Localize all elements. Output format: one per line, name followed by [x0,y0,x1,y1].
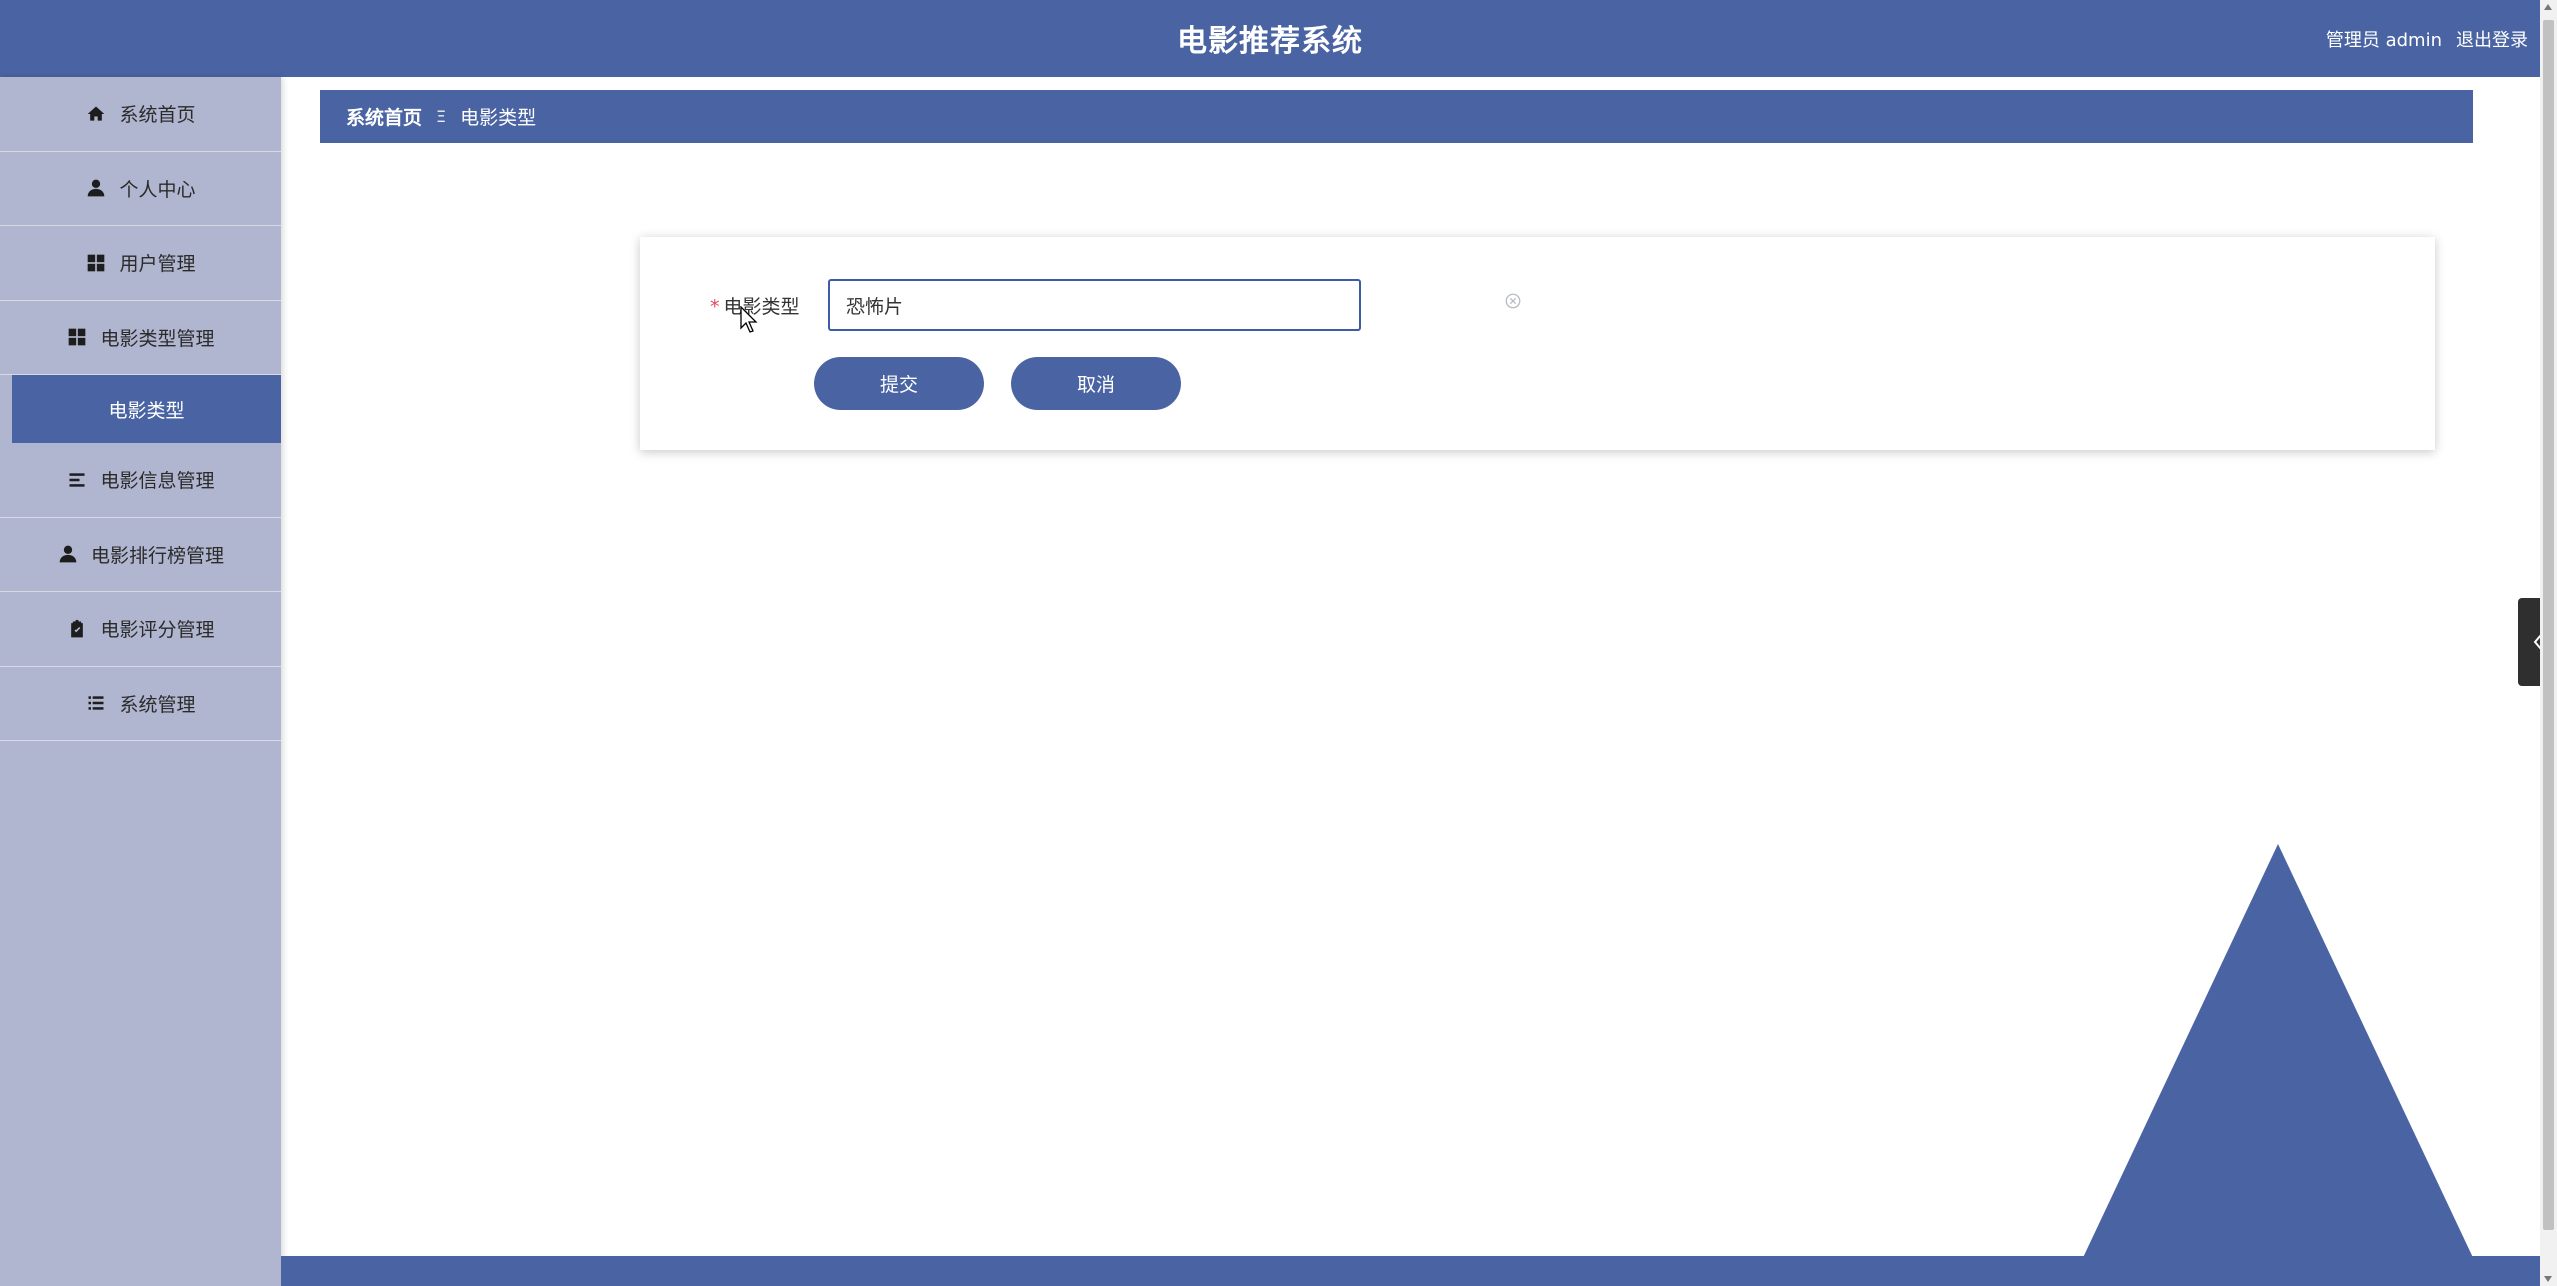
user-label: 管理员 admin [2325,30,2442,51]
scroll-up-icon[interactable] [2544,4,2552,10]
sidebar-item-label: 电影排行榜管理 [90,544,224,567]
sidebar-item-system-mgmt[interactable]: 系统管理 [0,667,281,741]
home-icon [85,103,107,125]
user-icon [57,543,79,565]
decorative-triangle [2080,844,2476,1264]
clipboard-icon [66,618,88,640]
sidebar-item-home[interactable]: 系统首页 [0,77,281,152]
top-header: 电影推荐系统 管理员 admin 退出登录 [0,0,2540,77]
sidebar-item-users[interactable]: 用户管理 [0,226,281,301]
user-icon [85,177,107,199]
user-area: 管理员 admin 退出登录 [2326,26,2528,52]
sidebar-item-rating-mgmt[interactable]: 电影评分管理 [0,592,281,667]
mouse-cursor-icon [740,306,758,333]
breadcrumb-separator: Ξ [436,107,447,126]
sidebar-item-ranking-mgmt[interactable]: 电影排行榜管理 [0,518,281,592]
sidebar-item-profile[interactable]: 个人中心 [0,152,281,226]
scrollbar-thumb[interactable] [2543,20,2554,1230]
sidebar-item-label: 电影评分管理 [100,619,215,642]
movie-type-label-text: 电影类型 [723,295,800,318]
sidebar-item-label: 电影类型管理 [100,327,215,350]
breadcrumb-home[interactable]: 系统首页 [346,103,422,130]
breadcrumb: 系统首页 Ξ 电影类型 [320,90,2473,143]
clear-icon[interactable] [1504,292,1522,310]
sidebar-subitem-movie-type[interactable]: 电影类型 [12,375,281,443]
sidebar-item-label: 电影信息管理 [100,470,215,493]
sidebar-item-label: 用户管理 [119,253,196,276]
scroll-down-icon[interactable] [2544,1276,2552,1282]
sidebar-item-label: 个人中心 [119,178,196,201]
grid-icon [66,326,88,348]
sidebar-item-label: 系统首页 [119,104,196,127]
list-icon [66,469,88,491]
grid-icon [85,252,107,274]
form-actions: 提交 取消 [814,357,1181,410]
movie-type-label: * 电影类型 [710,292,828,319]
cancel-button[interactable]: 取消 [1011,357,1181,410]
movie-type-input[interactable] [828,279,1361,331]
breadcrumb-current: 电影类型 [460,107,537,129]
form-row-movie-type: * 电影类型 [710,279,1361,331]
list-icon [85,692,107,714]
sidebar-item-movie-info-mgmt[interactable]: 电影信息管理 [0,443,281,518]
app-title: 电影推荐系统 [1177,24,1363,59]
submit-button[interactable]: 提交 [814,357,984,410]
sidebar: 系统首页 个人中心 用户管理 电影类型管理 电影类型 电影信息管理 电影排行榜管… [0,77,281,1286]
page-scrollbar[interactable] [2540,0,2557,1286]
sidebar-item-label: 电影类型 [108,399,185,422]
required-mark: * [710,295,720,318]
bottom-bar [281,1256,2540,1286]
sidebar-item-label: 系统管理 [119,693,196,716]
logout-link[interactable]: 退出登录 [2456,26,2528,52]
form-card: *电影类型 提交 取消 [640,237,2435,450]
sidebar-item-movie-type-mgmt[interactable]: 电影类型管理 [0,301,281,375]
